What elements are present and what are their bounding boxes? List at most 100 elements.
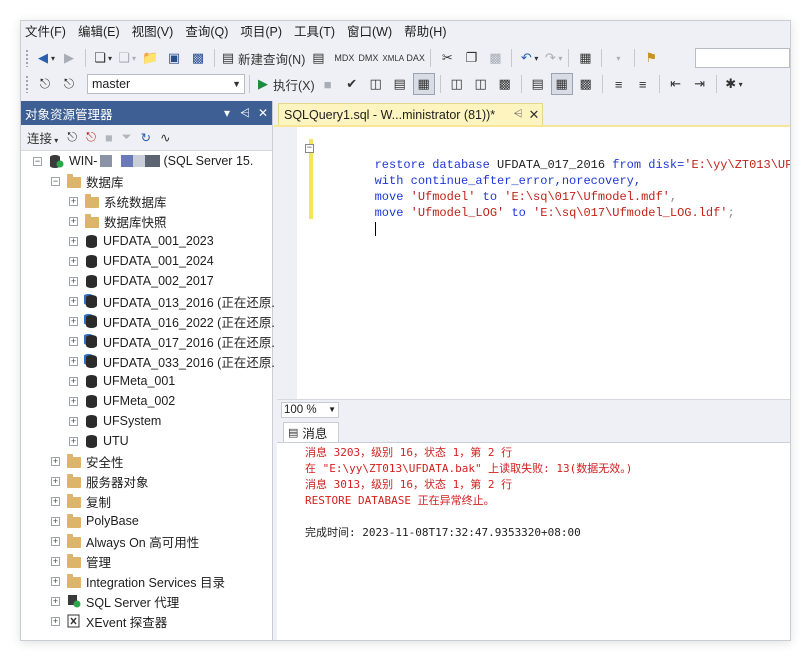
tree-node[interactable]: + UFDATA_013_2016 (正在还原.: [21, 291, 275, 311]
live-query-stats-button[interactable]: ◫: [470, 73, 492, 95]
comment-button[interactable]: ≡: [608, 73, 630, 95]
results-to-grid-button[interactable]: ▦: [550, 73, 573, 95]
tree-node[interactable]: + UFDATA_001_2023: [21, 231, 272, 251]
messages-pane[interactable]: 消息 3203，级别 16，状态 1，第 2 行在 "E:\yy\ZT013\U…: [277, 442, 790, 640]
toolbar-dropdown[interactable]: ▾: [607, 47, 629, 69]
tree-node[interactable]: + UFDATA_001_2024: [21, 251, 272, 271]
include-actual-plan-button[interactable]: ◫: [446, 73, 468, 95]
change-connection-button[interactable]: ⎋: [58, 73, 80, 95]
forward-button[interactable]: ▶: [58, 47, 80, 69]
menu-edit[interactable]: 编辑(E): [76, 21, 130, 43]
database-engine-query-button[interactable]: ▤: [307, 47, 329, 69]
cancel-query-button[interactable]: ■: [317, 73, 339, 95]
query-editor[interactable]: − restore database UFDATA_017_2016 from d…: [277, 127, 790, 399]
connect-dropdown[interactable]: 连接 ▾: [27, 128, 58, 147]
expand-toggle[interactable]: +: [69, 336, 78, 346]
sql-code[interactable]: − restore database UFDATA_017_2016 from d…: [305, 141, 790, 236]
uncomment-button[interactable]: ≡: [632, 73, 654, 95]
paste-button[interactable]: ▩: [484, 47, 506, 69]
expand-toggle[interactable]: +: [51, 456, 60, 466]
pin-icon[interactable]: ⩤: [510, 108, 526, 121]
decrease-indent-button[interactable]: ⇤: [665, 73, 687, 95]
tree-node[interactable]: + UFMeta_002: [21, 391, 272, 411]
tab-messages[interactable]: ▤ 消息: [283, 422, 339, 442]
menu-project[interactable]: 项目(P): [238, 21, 292, 43]
tree-node[interactable]: + PolyBase: [21, 511, 272, 531]
specify-template-values-button[interactable]: ✱ ▾: [722, 73, 744, 95]
expand-toggle[interactable]: +: [69, 416, 78, 426]
expand-toggle[interactable]: +: [69, 216, 78, 226]
expand-toggle[interactable]: +: [69, 276, 78, 286]
increase-indent-button[interactable]: ⇥: [689, 73, 711, 95]
expand-toggle[interactable]: +: [69, 316, 78, 326]
expand-toggle[interactable]: +: [69, 196, 78, 206]
new-project-button[interactable]: ❏ ▾: [91, 47, 113, 69]
expand-toggle[interactable]: +: [51, 576, 60, 586]
tree-node[interactable]: + UFDATA_017_2016 (正在还原.: [21, 331, 275, 351]
activity-monitor-button[interactable]: ▦: [574, 47, 596, 69]
expand-toggle[interactable]: +: [69, 356, 78, 366]
outline-collapse-icon[interactable]: −: [305, 144, 314, 153]
results-to-file-button[interactable]: ▩: [575, 73, 597, 95]
menu-query[interactable]: 查询(Q): [183, 21, 238, 43]
expand-toggle[interactable]: +: [51, 516, 60, 526]
save-all-button[interactable]: ▩: [187, 47, 209, 69]
tree-node[interactable]: + 服务器对象: [21, 471, 272, 491]
tree-node[interactable]: + 管理: [21, 551, 272, 571]
expand-toggle[interactable]: +: [51, 556, 60, 566]
open-file-button[interactable]: 📁: [139, 47, 161, 69]
intellisense-button[interactable]: ▦: [412, 73, 435, 95]
xmla-query-button[interactable]: XMLA: [379, 47, 404, 69]
disconnect-icon[interactable]: ⎋: [86, 130, 96, 145]
expand-toggle[interactable]: +: [69, 436, 78, 446]
expand-toggle[interactable]: +: [51, 476, 60, 486]
redo-button[interactable]: ↷ ▾: [541, 47, 563, 69]
dmx-query-button[interactable]: DMX: [355, 47, 378, 69]
expand-toggle[interactable]: +: [51, 536, 60, 546]
expand-toggle[interactable]: +: [51, 596, 60, 606]
display-estimated-plan-button[interactable]: ◫: [365, 73, 387, 95]
menu-view[interactable]: 视图(V): [130, 21, 184, 43]
mdx-query-button[interactable]: MDX: [331, 47, 354, 69]
pin-icon[interactable]: ⩤: [236, 106, 254, 121]
connect-plug-icon[interactable]: ⎋: [67, 130, 77, 145]
close-icon[interactable]: ✕: [254, 106, 272, 120]
menu-help[interactable]: 帮助(H): [402, 21, 456, 43]
client-statistics-button[interactable]: ▩: [494, 73, 516, 95]
find-button[interactable]: ⚑: [640, 47, 662, 69]
tab-sqlquery1[interactable]: SQLQuery1.sql - W...ministrator (81))* ⩤…: [278, 103, 543, 125]
parse-button[interactable]: ✔: [341, 73, 363, 95]
back-button[interactable]: ◀ ▾: [34, 47, 56, 69]
expand-toggle[interactable]: +: [69, 256, 78, 266]
tree-node[interactable]: + UFMeta_001: [21, 371, 272, 391]
refresh-icon[interactable]: ↻: [141, 130, 151, 145]
tree-node[interactable]: + 安全性: [21, 451, 272, 471]
tree-node[interactable]: + XEvent 探查器: [21, 611, 272, 631]
stop-icon[interactable]: ■: [105, 131, 113, 145]
tree-node[interactable]: + Always On 高可用性: [21, 531, 272, 551]
new-query-button[interactable]: ▤ 新建查询(N): [220, 47, 306, 69]
close-icon[interactable]: ✕: [526, 107, 542, 123]
filter-icon[interactable]: ⏷: [122, 130, 132, 145]
zoom-select[interactable]: 100 % ▼: [281, 401, 339, 418]
database-select[interactable]: master ▼: [87, 74, 245, 94]
execute-button[interactable]: ▶ 执行(X): [255, 73, 315, 95]
toolbar-grip[interactable]: [25, 49, 29, 67]
tree-node[interactable]: + UFDATA_033_2016 (正在还原.: [21, 351, 275, 371]
expand-toggle[interactable]: +: [69, 396, 78, 406]
add-item-button[interactable]: ❏ ▾: [115, 47, 137, 69]
tree-node[interactable]: + SQL Server 代理: [21, 591, 272, 611]
expand-toggle[interactable]: +: [51, 616, 60, 626]
expand-toggle[interactable]: +: [69, 376, 78, 386]
dax-query-button[interactable]: DAX: [403, 47, 425, 69]
find-input[interactable]: [695, 48, 790, 68]
results-to-text-button[interactable]: ▤: [527, 73, 549, 95]
tree-node[interactable]: + UFDATA_016_2022 (正在还原.: [21, 311, 275, 331]
expand-toggle[interactable]: +: [51, 496, 60, 506]
tree-node[interactable]: + 复制: [21, 491, 272, 511]
copy-button[interactable]: ❐: [460, 47, 482, 69]
connect-button[interactable]: ⎋: [34, 73, 56, 95]
databases-node[interactable]: − 数据库: [21, 171, 272, 191]
menu-file[interactable]: 文件(F): [23, 21, 76, 43]
undo-button[interactable]: ↶ ▾: [517, 47, 539, 69]
